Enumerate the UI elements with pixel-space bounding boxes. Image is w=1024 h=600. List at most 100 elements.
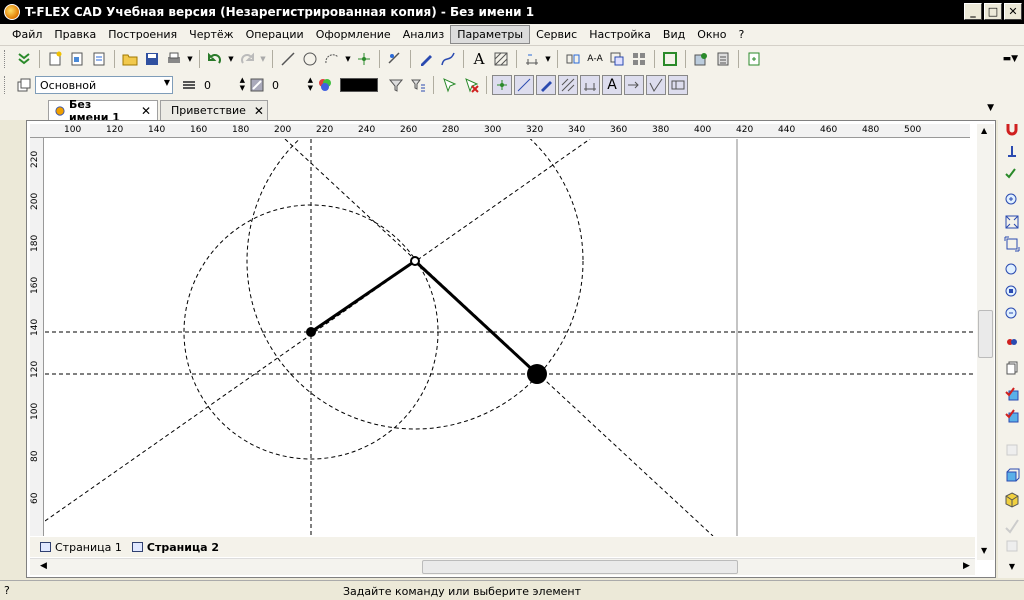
chevron-down-icon[interactable]: ▼ <box>186 49 194 69</box>
layer-select[interactable]: Основной ▼ <box>35 76 173 94</box>
redo-icon[interactable] <box>237 49 257 69</box>
snap-roughness-icon[interactable] <box>646 75 666 95</box>
check-3d-icon[interactable] <box>1002 384 1022 404</box>
color-swatch[interactable] <box>340 78 378 92</box>
drawing-svg[interactable] <box>45 139 975 536</box>
vertical-scrollbar[interactable]: ▲ ▼ <box>977 124 994 560</box>
page-tab-2[interactable]: Страница 2 <box>131 541 219 554</box>
horizontal-scrollbar[interactable]: ◀ ▶ <box>30 558 975 575</box>
level-spinner[interactable]: 0 ▲ ▼ <box>200 76 246 94</box>
print-icon[interactable] <box>164 49 184 69</box>
page-tab-1[interactable]: Страница 1 <box>40 541 122 554</box>
chevron-down-icon[interactable]: ▼ <box>544 49 552 69</box>
snap-dimension-icon[interactable] <box>580 75 600 95</box>
deselect-icon[interactable] <box>461 75 481 95</box>
hatch-tool-icon[interactable] <box>491 49 511 69</box>
scroll-left-icon[interactable]: ◀ <box>40 561 47 571</box>
menu-edit[interactable]: Правка <box>48 26 102 43</box>
chevron-down-icon[interactable]: ▼ <box>1002 556 1022 576</box>
link-segment-1[interactable] <box>310 259 416 334</box>
pages-icon[interactable] <box>1002 358 1022 378</box>
snap-arrow-icon[interactable] <box>624 75 644 95</box>
help-indicator[interactable]: ? <box>4 584 10 597</box>
snap-tolerance-icon[interactable] <box>668 75 688 95</box>
dimension-tool-icon[interactable] <box>522 49 542 69</box>
drawing-canvas[interactable] <box>45 139 975 536</box>
scroll-right-icon[interactable]: ▶ <box>963 561 970 571</box>
close-icon[interactable]: ✕ <box>254 104 264 118</box>
variables-icon[interactable] <box>607 49 627 69</box>
snap-text-icon[interactable]: A <box>602 75 622 95</box>
menu-parameters[interactable]: Параметры <box>450 25 531 44</box>
text-tool-icon[interactable]: A <box>469 49 489 69</box>
pin-icon[interactable] <box>1002 142 1022 162</box>
calculator-icon[interactable] <box>713 49 733 69</box>
model-icon[interactable] <box>691 49 711 69</box>
check-3d-alt-icon[interactable] <box>1002 406 1022 426</box>
menu-window[interactable]: Окно <box>691 26 732 43</box>
undo-icon[interactable] <box>205 49 225 69</box>
filter-list-icon[interactable] <box>408 75 428 95</box>
chevron-down-icon[interactable]: ▼ <box>259 49 267 69</box>
link-segment-2[interactable] <box>413 259 539 376</box>
menu-drawing[interactable]: Чертёж <box>183 26 239 43</box>
zoom-all-icon[interactable] <box>1002 234 1022 254</box>
layers-icon[interactable] <box>629 49 649 69</box>
snap-pen-icon[interactable] <box>536 75 556 95</box>
snap-line-icon[interactable] <box>514 75 534 95</box>
sketch-tool-icon[interactable] <box>385 49 405 69</box>
minimize-button[interactable]: _ <box>964 3 982 20</box>
menu-annotation[interactable]: Оформление <box>310 26 397 43</box>
curve-tool-icon[interactable] <box>438 49 458 69</box>
open-folder-icon[interactable] <box>120 49 140 69</box>
chevron-down-icon[interactable]: ▼ <box>227 49 235 69</box>
menu-file[interactable]: Файл <box>6 26 48 43</box>
vertical-scroll-thumb[interactable] <box>978 310 993 358</box>
node-tool-icon[interactable] <box>354 49 374 69</box>
menu-operations[interactable]: Операции <box>240 26 310 43</box>
zoom-fit-icon[interactable] <box>1002 282 1022 302</box>
menu-help[interactable]: ? <box>732 26 750 43</box>
check-magnet-icon[interactable] <box>1002 164 1022 184</box>
inclined-construction-line[interactable] <box>45 139 591 522</box>
chevron-down-icon[interactable]: ▼ <box>987 103 994 113</box>
spinner-arrows-icon[interactable]: ▲ ▼ <box>308 76 313 92</box>
menu-view[interactable]: Вид <box>657 26 691 43</box>
scroll-up-icon[interactable]: ▲ <box>981 126 987 135</box>
new-document-icon[interactable] <box>45 49 65 69</box>
export-icon[interactable] <box>744 49 764 69</box>
toolbar-overflow-icon[interactable]: ▬▼ <box>1003 54 1018 64</box>
zoom-previous-icon[interactable] <box>1002 260 1022 280</box>
snap-hatch-icon[interactable] <box>558 75 578 95</box>
scroll-down-icon[interactable]: ▼ <box>981 546 987 555</box>
menu-analysis[interactable]: Анализ <box>397 26 451 43</box>
magnet-icon[interactable] <box>1002 120 1022 140</box>
filter-icon[interactable] <box>386 75 406 95</box>
pen-tool-icon[interactable] <box>416 49 436 69</box>
new-from-template-icon[interactable] <box>89 49 109 69</box>
app-icon[interactable] <box>4 4 20 20</box>
save-icon[interactable] <box>142 49 162 69</box>
zoom-frame-icon[interactable] <box>660 49 680 69</box>
tab-document-1[interactable]: Без имени 1 ✕ <box>48 98 158 124</box>
construction-circle[interactable] <box>246 139 584 430</box>
spinner-arrows-icon[interactable]: ▲ ▼ <box>240 76 245 92</box>
menu-service[interactable]: Сервис <box>530 26 583 43</box>
horizontal-scroll-thumb[interactable] <box>422 560 738 574</box>
arc-tool-icon[interactable] <box>322 49 342 69</box>
cube-color-icon[interactable] <box>1002 490 1022 510</box>
close-icon[interactable]: ✕ <box>141 104 151 118</box>
node-point[interactable] <box>306 327 316 337</box>
snap-node-icon[interactable] <box>492 75 512 95</box>
cube-3d-icon[interactable] <box>1002 466 1022 486</box>
zoom-window-icon[interactable] <box>1002 212 1022 232</box>
maximize-button[interactable]: □ <box>984 3 1002 20</box>
expand-icon[interactable] <box>14 49 34 69</box>
line-tool-icon[interactable] <box>278 49 298 69</box>
new-3d-icon[interactable] <box>67 49 87 69</box>
chevron-down-icon[interactable]: ▼ <box>344 49 352 69</box>
close-button[interactable]: ✕ <box>1004 3 1022 20</box>
zoom-in-icon[interactable] <box>1002 190 1022 210</box>
fragment-icon[interactable] <box>563 49 583 69</box>
menu-construct[interactable]: Построения <box>102 26 183 43</box>
